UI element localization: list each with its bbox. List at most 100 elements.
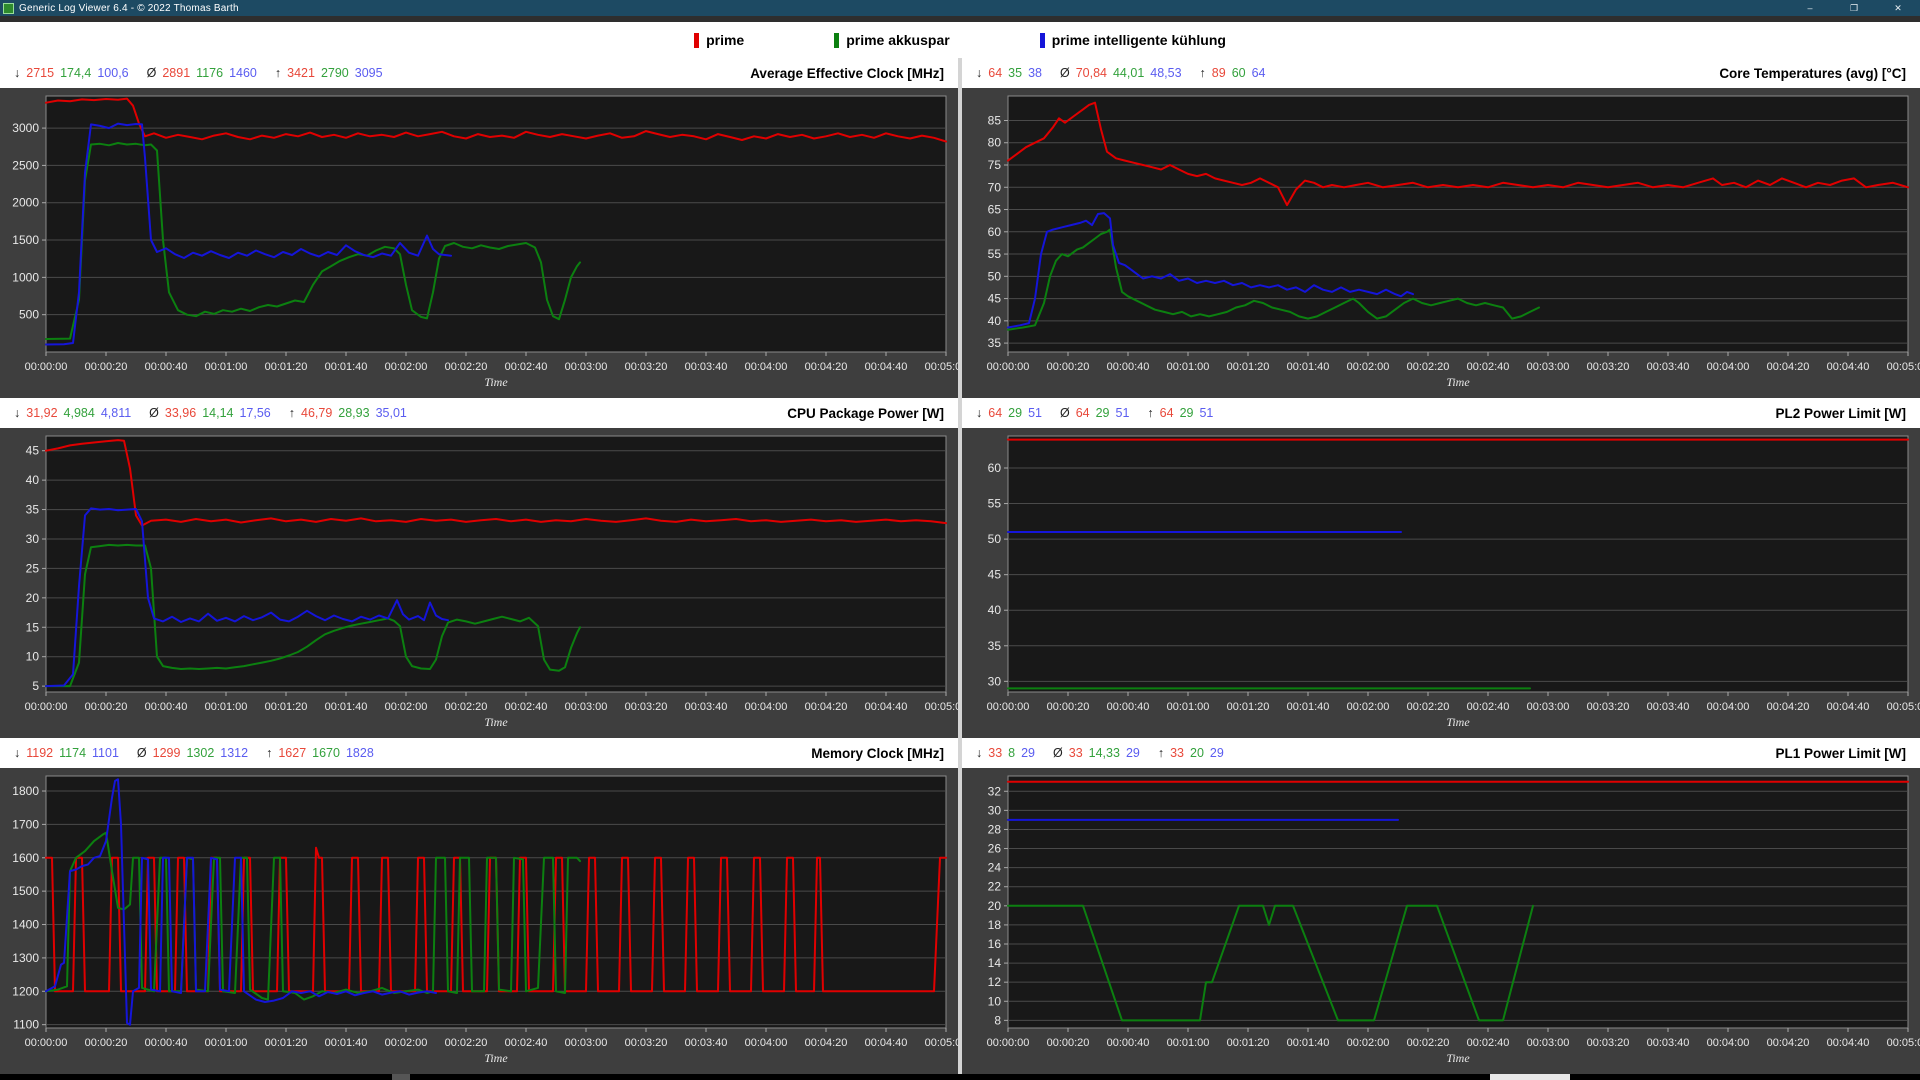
svg-text:00:00:20: 00:00:20: [85, 701, 128, 713]
chart-canvas-cpu-package-power[interactable]: 5101520253035404500:00:0000:00:2000:00:4…: [0, 428, 958, 738]
svg-text:00:01:20: 00:01:20: [265, 1037, 308, 1049]
stats-group-max: ↑342127903095: [275, 66, 383, 80]
svg-text:00:05:00: 00:05:00: [925, 1037, 958, 1049]
legend: prime prime akkuspar prime intelligente kü…: [0, 22, 1920, 58]
stat-value: 14,14: [202, 406, 233, 420]
svg-text:00:02:20: 00:02:20: [1407, 1037, 1450, 1049]
svg-text:00:03:40: 00:03:40: [1647, 701, 1690, 713]
svg-text:75: 75: [988, 158, 1002, 172]
legend-swatch-icon: [834, 33, 839, 48]
svg-text:Time: Time: [1446, 375, 1470, 389]
svg-text:00:01:40: 00:01:40: [1287, 701, 1330, 713]
chart-stats: ↓642951Ø642951↑642951: [976, 406, 1213, 420]
svg-text:00:05:00: 00:05:00: [1887, 361, 1920, 373]
stats-group-max: ↑642951: [1147, 406, 1213, 420]
svg-text:45: 45: [988, 292, 1002, 306]
stat-value: 28,93: [338, 406, 369, 420]
panel-memory-clock: ↓119211741101Ø129913021312↑162716701828 …: [0, 738, 958, 1074]
min-symbol-icon: ↓: [14, 746, 20, 760]
svg-text:00:02:00: 00:02:00: [385, 361, 428, 373]
svg-text:00:03:00: 00:03:00: [565, 701, 608, 713]
svg-text:00:02:20: 00:02:20: [1407, 701, 1450, 713]
chart-canvas-memory-clock[interactable]: 1100120013001400150016001700180000:00:00…: [0, 768, 958, 1074]
taskbar-item[interactable]: [392, 1074, 410, 1080]
panel-cpu-package-power: ↓31,924,9844,811Ø33,9614,1417,56↑46,7928…: [0, 398, 958, 738]
svg-text:00:01:00: 00:01:00: [1167, 701, 1210, 713]
svg-text:35: 35: [26, 503, 40, 517]
svg-text:00:00:40: 00:00:40: [1107, 1037, 1150, 1049]
stat-value: 1670: [312, 746, 340, 760]
svg-text:1300: 1300: [12, 951, 39, 965]
svg-text:65: 65: [988, 203, 1002, 217]
svg-text:55: 55: [988, 497, 1002, 511]
svg-text:Time: Time: [484, 1051, 508, 1065]
svg-text:Time: Time: [484, 715, 508, 729]
stat-value: 1627: [278, 746, 306, 760]
svg-text:8: 8: [994, 1013, 1001, 1027]
svg-text:3000: 3000: [12, 121, 39, 135]
svg-text:00:02:20: 00:02:20: [445, 1037, 488, 1049]
svg-text:60: 60: [988, 461, 1002, 475]
svg-text:20: 20: [26, 591, 40, 605]
panel-header: ↓2715174,4100,6Ø289111761460↑34212790309…: [0, 58, 958, 88]
svg-text:00:03:00: 00:03:00: [565, 1037, 608, 1049]
svg-text:00:04:20: 00:04:20: [805, 361, 848, 373]
svg-text:00:02:40: 00:02:40: [505, 361, 548, 373]
stat-value: 1192: [26, 746, 53, 760]
svg-text:24: 24: [988, 861, 1002, 875]
legend-label: prime akkuspar: [846, 32, 950, 48]
stat-value: 2891: [162, 66, 190, 80]
minimize-button-icon[interactable]: –: [1788, 0, 1832, 16]
svg-text:45: 45: [988, 568, 1002, 582]
chart-canvas-avg-effective-clock[interactable]: 5001000150020002500300000:00:0000:00:200…: [0, 88, 958, 398]
panel-header: ↓33829Ø3314,3329↑332029 PL1 Power Limit …: [962, 738, 1920, 768]
legend-item-0[interactable]: prime: [694, 32, 744, 48]
restore-button-icon[interactable]: ❐: [1832, 0, 1876, 16]
svg-text:00:04:20: 00:04:20: [1767, 701, 1810, 713]
legend-item-2[interactable]: prime intelligente kühlung: [1040, 32, 1226, 48]
svg-text:00:04:00: 00:04:00: [745, 701, 788, 713]
svg-text:00:00:20: 00:00:20: [1047, 1037, 1090, 1049]
max-symbol-icon: ↑: [1158, 746, 1164, 760]
svg-text:26: 26: [988, 842, 1002, 856]
chart-title: Memory Clock [MHz]: [811, 746, 944, 761]
chart-stats: ↓31,924,9844,811Ø33,9614,1417,56↑46,7928…: [14, 406, 407, 420]
svg-text:00:02:20: 00:02:20: [1407, 361, 1450, 373]
stat-value: 29: [1210, 746, 1224, 760]
close-button-icon[interactable]: ✕: [1876, 0, 1920, 16]
svg-text:50: 50: [988, 532, 1002, 546]
avg-symbol-icon: Ø: [1060, 66, 1070, 80]
chart-stats: ↓2715174,4100,6Ø289111761460↑34212790309…: [14, 66, 383, 80]
stats-group-avg: Ø3314,3329: [1053, 746, 1140, 760]
stats-group-min: ↓642951: [976, 406, 1042, 420]
chart-canvas-pl1-power-limit[interactable]: 810121416182022242628303200:00:0000:00:2…: [962, 768, 1920, 1074]
window-title: Generic Log Viewer 6.4 - © 2022 Thomas B…: [19, 3, 239, 14]
chart-canvas-core-temperatures[interactable]: 354045505560657075808500:00:0000:00:2000…: [962, 88, 1920, 398]
stat-value: 29: [1008, 406, 1022, 420]
svg-text:00:04:40: 00:04:40: [1827, 361, 1870, 373]
svg-text:00:00:00: 00:00:00: [25, 701, 68, 713]
chart-canvas-pl2-power-limit[interactable]: 3035404550556000:00:0000:00:2000:00:4000…: [962, 428, 1920, 738]
svg-text:00:00:40: 00:00:40: [1107, 361, 1150, 373]
stat-value: 64: [1252, 66, 1266, 80]
svg-text:32: 32: [988, 784, 1002, 798]
stat-value: 29: [1180, 406, 1194, 420]
stats-group-max: ↑332029: [1158, 746, 1224, 760]
stat-value: 14,33: [1089, 746, 1120, 760]
svg-text:00:02:00: 00:02:00: [1347, 1037, 1390, 1049]
min-symbol-icon: ↓: [14, 406, 20, 420]
avg-symbol-icon: Ø: [1053, 746, 1063, 760]
stats-group-min: ↓643538: [976, 66, 1042, 80]
taskbar[interactable]: [0, 1074, 1920, 1080]
svg-text:00:00:00: 00:00:00: [25, 1037, 68, 1049]
svg-text:00:01:40: 00:01:40: [1287, 1037, 1330, 1049]
legend-swatch-icon: [694, 33, 699, 48]
stat-value: 35,01: [376, 406, 407, 420]
svg-text:1000: 1000: [12, 270, 39, 284]
svg-text:40: 40: [988, 314, 1002, 328]
taskbar-item[interactable]: [1490, 1074, 1570, 1080]
svg-text:00:01:40: 00:01:40: [325, 1037, 368, 1049]
stats-group-avg: Ø33,9614,1417,56: [149, 406, 271, 420]
chart-title: CPU Package Power [W]: [787, 406, 944, 421]
legend-item-1[interactable]: prime akkuspar: [834, 32, 950, 48]
